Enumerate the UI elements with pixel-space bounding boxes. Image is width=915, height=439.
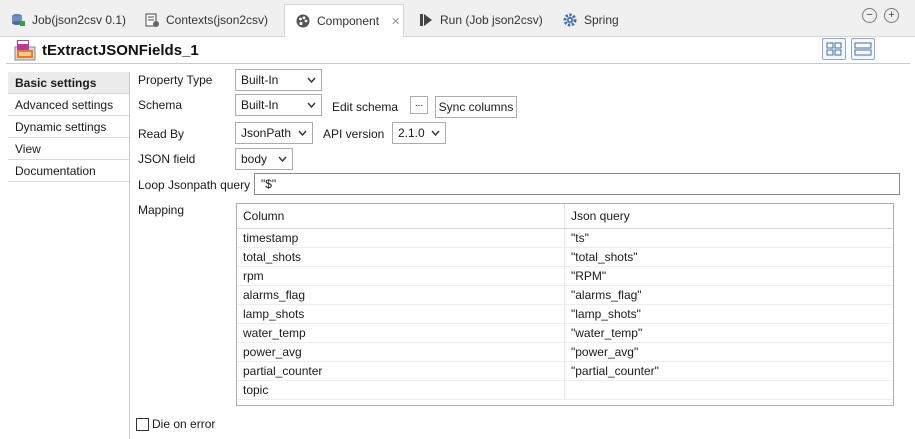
chevron-down-icon	[307, 102, 316, 108]
nav-item-basic-settings[interactable]: Basic settings	[8, 72, 129, 94]
property-type-select[interactable]: Built-In	[235, 69, 322, 91]
json-query-header[interactable]: Json query	[565, 204, 893, 228]
read-by-value: JsonPath	[241, 126, 292, 140]
editor-tab-bar: Job(json2csv 0.1) Contexts(json2csv) Com…	[0, 0, 915, 37]
column-cell[interactable]: water_temp	[237, 324, 565, 342]
schema-value: Built-In	[241, 98, 279, 112]
tab-label: Component	[317, 14, 380, 28]
table-row[interactable]: power_avg "power_avg"	[237, 343, 893, 362]
die-on-error-label: Die on error	[152, 417, 216, 431]
table-row[interactable]: total_shots "total_shots"	[237, 248, 893, 267]
job-icon	[10, 12, 26, 28]
edit-schema-label: Edit schema	[332, 100, 399, 114]
json-query-cell[interactable]	[565, 381, 893, 399]
table-header: Column Json query	[237, 204, 893, 229]
property-type-value: Built-In	[241, 73, 279, 87]
api-version-value: 2.1.0	[398, 126, 425, 140]
settings-nav: Basic settings Advanced settings Dynamic…	[8, 72, 130, 439]
loop-jsonpath-value: "$"	[261, 177, 277, 191]
mapping-label: Mapping	[138, 203, 185, 217]
chevron-down-icon	[298, 130, 307, 136]
column-cell[interactable]: timestamp	[237, 229, 565, 247]
json-query-cell[interactable]: "total_shots"	[565, 248, 893, 266]
json-query-cell[interactable]: "RPM"	[565, 267, 893, 285]
json-component-icon	[14, 39, 36, 61]
json-query-cell[interactable]: "alarms_flag"	[565, 286, 893, 304]
tab-label: Contexts(json2csv)	[166, 13, 269, 27]
chevron-down-icon	[431, 130, 440, 136]
api-version-label: API version	[323, 127, 385, 141]
schema-select[interactable]: Built-In	[235, 94, 322, 116]
table-row[interactable]: alarms_flag "alarms_flag"	[237, 286, 893, 305]
tab-label: Run (Job json2csv)	[440, 13, 543, 27]
table-row[interactable]: partial_counter "partial_counter"	[237, 362, 893, 381]
maximize-button[interactable]: +	[884, 8, 899, 23]
edit-schema-button[interactable]: ...	[410, 96, 428, 114]
close-icon[interactable]: ✕	[391, 15, 400, 28]
component-icon	[295, 13, 311, 29]
tab-label: Spring	[584, 13, 619, 27]
table-row[interactable]: timestamp "ts"	[237, 229, 893, 248]
tab-spring[interactable]: Spring	[552, 4, 629, 36]
table-row[interactable]: lamp_shots "lamp_shots"	[237, 305, 893, 324]
chevron-down-icon	[278, 156, 287, 162]
nav-item-advanced-settings[interactable]: Advanced settings	[8, 94, 129, 116]
column-cell[interactable]: partial_counter	[237, 362, 565, 380]
table-row[interactable]: rpm "RPM"	[237, 267, 893, 286]
column-cell[interactable]: topic	[237, 381, 565, 399]
loop-jsonpath-input[interactable]: "$"	[254, 173, 900, 195]
column-cell[interactable]: power_avg	[237, 343, 565, 361]
json-query-cell[interactable]: "power_avg"	[565, 343, 893, 361]
schema-label: Schema	[138, 98, 183, 112]
component-header: tExtractJSONFields_1	[6, 38, 910, 64]
json-field-label: JSON field	[138, 152, 196, 166]
json-query-cell[interactable]: "ts"	[565, 229, 893, 247]
json-field-value: body	[241, 152, 268, 166]
column-cell[interactable]: total_shots	[237, 248, 565, 266]
api-version-select[interactable]: 2.1.0	[392, 122, 446, 144]
json-query-cell[interactable]: "partial_counter"	[565, 362, 893, 380]
tab-component[interactable]: Component ✕	[284, 4, 404, 37]
read-by-select[interactable]: JsonPath	[235, 122, 313, 144]
nav-item-view[interactable]: View	[8, 138, 129, 160]
tab-run[interactable]: Run (Job json2csv)	[408, 4, 553, 36]
tab-contexts[interactable]: Contexts(json2csv)	[134, 4, 278, 36]
gear-icon	[562, 12, 578, 28]
sync-columns-button[interactable]: Sync columns	[435, 96, 517, 118]
nav-item-dynamic-settings[interactable]: Dynamic settings	[8, 116, 129, 138]
component-title: tExtractJSONFields_1	[42, 42, 199, 59]
minimize-button[interactable]: −	[862, 8, 877, 23]
tab-job[interactable]: Job(json2csv 0.1)	[0, 4, 136, 36]
loop-jsonpath-label: Loop Jsonpath query	[138, 178, 251, 192]
property-type-label: Property Type	[138, 73, 213, 87]
column-cell[interactable]: rpm	[237, 267, 565, 285]
list-view-button[interactable]	[851, 38, 875, 60]
die-on-error-checkbox[interactable]	[136, 418, 149, 431]
nav-item-documentation[interactable]: Documentation	[8, 160, 129, 182]
column-cell[interactable]: alarms_flag	[237, 286, 565, 304]
read-by-label: Read By	[138, 127, 185, 141]
json-query-cell[interactable]: "lamp_shots"	[565, 305, 893, 323]
mapping-table: Column Json query timestamp "ts" total_s…	[236, 203, 894, 406]
table-row[interactable]: water_temp "water_temp"	[237, 324, 893, 343]
contexts-icon	[144, 12, 160, 28]
json-field-select[interactable]: body	[235, 148, 293, 170]
tab-label: Job(json2csv 0.1)	[32, 13, 127, 27]
grid-view-button[interactable]	[822, 38, 846, 60]
json-query-cell[interactable]: "water_temp"	[565, 324, 893, 342]
chevron-down-icon	[307, 77, 316, 83]
column-header[interactable]: Column	[237, 204, 565, 228]
run-icon	[418, 12, 434, 28]
table-row[interactable]: topic	[237, 381, 893, 400]
column-cell[interactable]: lamp_shots	[237, 305, 565, 323]
